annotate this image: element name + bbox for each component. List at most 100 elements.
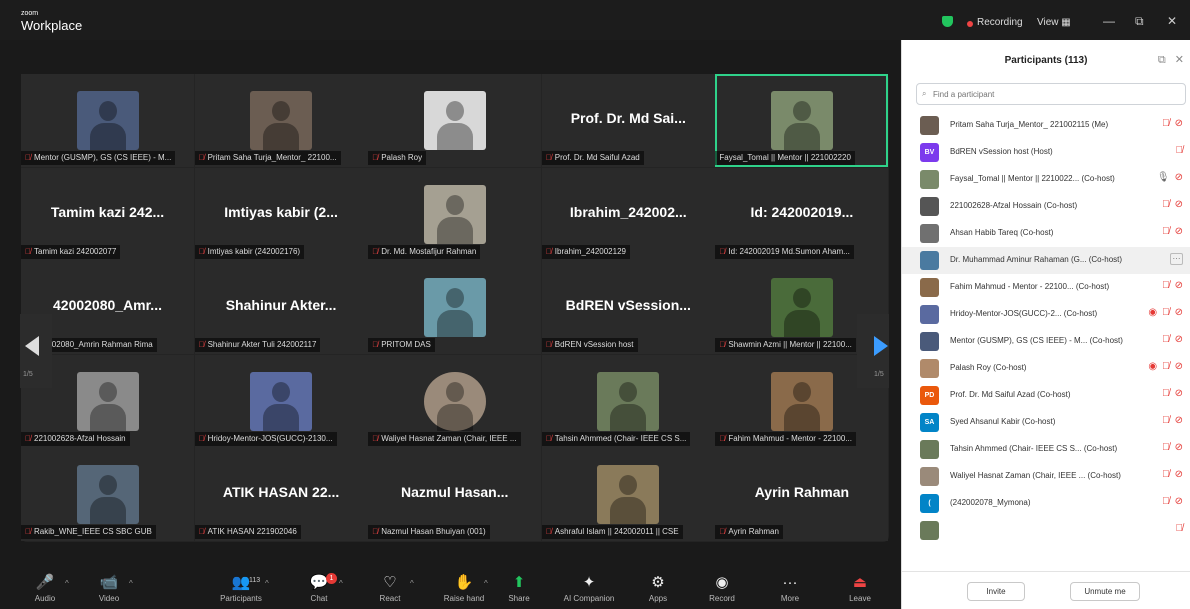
toolbar-share-button[interactable]: ⬆ Share bbox=[489, 573, 549, 609]
participant-video bbox=[76, 371, 139, 431]
participant-video bbox=[597, 465, 660, 525]
toolbar-label: Video bbox=[98, 594, 120, 603]
participant-tile[interactable]: 🎙̸ PRITOM DAS bbox=[368, 261, 542, 355]
toolbar-apps-button[interactable]: ⚙ Apps bbox=[628, 573, 688, 609]
mic-muted-icon: 🎙̸ bbox=[1162, 388, 1170, 399]
tile-display-name: Prof. Dr. Md Sai... bbox=[570, 110, 686, 126]
video-off-icon: ⊘ bbox=[1174, 361, 1183, 372]
participant-tile[interactable]: Faysal_Tomal || Mentor || 221002220 bbox=[715, 74, 889, 167]
participant-search-input[interactable] bbox=[933, 86, 1173, 102]
participant-status-icons: 🎙̸ ⊘ bbox=[1157, 442, 1183, 453]
participant-tile[interactable]: 🎙̸ Ashraful Islam || 242002011 || CSE bbox=[541, 448, 715, 542]
chevron-up-icon[interactable]: ^ bbox=[339, 579, 343, 588]
recording-indicator[interactable]: Recording bbox=[977, 17, 1023, 28]
mic-muted-icon: 🎙̸ bbox=[1162, 307, 1170, 318]
invite-button[interactable]: Invite bbox=[967, 582, 1025, 601]
tile-display-name: Imtiyas kabir (2... bbox=[224, 203, 338, 220]
toolbar-label: Apps bbox=[648, 594, 668, 603]
toolbar-video-button[interactable]: 📹 ^ Video bbox=[79, 573, 139, 609]
chevron-up-icon[interactable]: ^ bbox=[410, 579, 414, 588]
participant-tile[interactable]: BdREN vSession... 🎙̸ BdREN vSession host bbox=[541, 261, 715, 355]
person-silhouette bbox=[89, 403, 126, 431]
participant-row[interactable]: 🎙̸ bbox=[902, 517, 1190, 544]
participant-tile[interactable]: 🎙̸ Waliyel Hasnat Zaman (Chair, IEEE ... bbox=[368, 354, 542, 448]
next-page-button[interactable]: 1/5 bbox=[857, 314, 889, 388]
chevron-up-icon[interactable]: ^ bbox=[65, 579, 69, 588]
mic-muted-icon: 🎙̸ bbox=[1162, 469, 1170, 480]
participant-status-icons: 🎙̸ ⊘ bbox=[1157, 415, 1183, 426]
security-shield-icon[interactable] bbox=[942, 16, 953, 27]
toolbar-participants-button[interactable]: 👥 113 ^ Participants bbox=[211, 573, 271, 609]
tile-caption-text: Ibrahim_242002129 bbox=[554, 246, 626, 256]
participant-row[interactable]: BV BdREN vSession host (Host) 🎙̸ bbox=[902, 139, 1190, 166]
participant-tile[interactable]: Ayrin Rahman 🎙̸ Ayrin Rahman bbox=[715, 448, 889, 542]
participant-tile[interactable]: Id: 242002019... 🎙̸ Id: 242002019 Md.Sumon… bbox=[715, 167, 889, 261]
previous-page-button[interactable]: 1/5 bbox=[20, 314, 52, 388]
participant-name: Pritam Saha Turja_Mentor_ 221002115 (Me) bbox=[950, 120, 1109, 129]
close-button[interactable]: ✕ bbox=[1167, 14, 1177, 28]
participant-row[interactable]: Hridoy-Mentor-JOS(GUCC)-2... (Co-host) ◉ 🎙… bbox=[902, 301, 1190, 328]
toolbar-leave-button[interactable]: ⏏ Leave bbox=[830, 573, 890, 609]
toolbar-raise-hand-button[interactable]: ✋ ^ Raise hand bbox=[434, 573, 494, 609]
participant-tile[interactable]: Imtiyas kabir (2... 🎙̸ Imtiyas kabir (2420… bbox=[194, 167, 368, 261]
chevron-up-icon[interactable]: ^ bbox=[265, 579, 269, 588]
participant-row[interactable]: PD Prof. Dr. Md Saiful Azad (Co-host) 🎙̸ ⊘ bbox=[902, 382, 1190, 409]
participant-row[interactable]: SA Syed Ahsanul Kabir (Co-host) 🎙̸ ⊘ bbox=[902, 409, 1190, 436]
toolbar-ai-companion-button[interactable]: ✦ AI Companion bbox=[559, 573, 619, 609]
participant-tile[interactable]: Tamim kazi 242... 🎙̸ Tamim kazi 242002077 bbox=[21, 167, 194, 261]
minimize-button[interactable]: — bbox=[1103, 14, 1115, 28]
participant-tile[interactable]: 🎙̸ Hridoy-Mentor-JOS(GUCC)-2130... bbox=[194, 354, 368, 448]
tile-caption: 🎙̸ Tahsin Ahmmed (Chair- IEEE CS S... bbox=[541, 431, 691, 446]
tile-caption-text: Mentor (GUSMP), GS (CS IEEE) - M... bbox=[34, 153, 172, 162]
participant-search: ⌕ bbox=[916, 83, 1186, 105]
participant-row[interactable]: Ahsan Habib Tareq (Co-host) 🎙̸ ⊘ bbox=[902, 220, 1190, 247]
participant-row[interactable]: Dr. Muhammad Aminur Rahaman (G... (Co-ho… bbox=[902, 247, 1190, 274]
unmute-me-button[interactable]: Unmute me bbox=[1070, 582, 1140, 601]
person-silhouette bbox=[436, 123, 473, 150]
participant-row[interactable]: Faysal_Tomal || Mentor || 2210022... (Co… bbox=[902, 166, 1190, 193]
toolbar-chat-button[interactable]: 💬 1 ^ Chat bbox=[289, 573, 349, 609]
participant-row[interactable]: Fahim Mahmud - Mentor - 22100... (Co-hos… bbox=[902, 274, 1190, 301]
toolbar-label: Raise hand bbox=[443, 594, 485, 603]
participant-row[interactable]: Tahsin Ahmmed (Chair- IEEE CS S... (Co-h… bbox=[902, 436, 1190, 463]
participant-tile[interactable]: 🎙̸ Pritam Saha Turja_Mentor_ 22100... bbox=[194, 74, 368, 167]
mic-muted-icon: 🎙̸ bbox=[25, 527, 31, 537]
participant-tile[interactable]: 🎙̸ Dr. Md. Mostafijur Rahman bbox=[368, 167, 542, 261]
participant-tile[interactable]: Shahinur Akter... 🎙̸ Shahinur Akter Tuli 2… bbox=[194, 261, 368, 355]
chevron-up-icon[interactable]: ^ bbox=[129, 579, 133, 588]
participant-tile[interactable]: ATIK HASAN 22... 🎙̸ ATIK HASAN 221902046 bbox=[194, 448, 368, 542]
participant-tile[interactable]: Ibrahim_242002... 🎙̸ Ibrahim_242002129 bbox=[541, 167, 715, 261]
toolbar-record-button[interactable]: ◉ Record bbox=[692, 573, 752, 609]
participant-tile[interactable]: 🎙̸ Palash Roy bbox=[368, 74, 542, 167]
participant-tile[interactable]: Nazmul Hasan... 🎙̸ Nazmul Hasan Bhuiyan (0… bbox=[368, 448, 542, 542]
toolbar-audio-button[interactable]: 🎤 ^ Audio bbox=[15, 573, 75, 609]
participant-row[interactable]: Palash Roy (Co-host) ◉ 🎙̸ ⊘ bbox=[902, 355, 1190, 382]
participant-row[interactable]: 221002628-Afzal Hossain (Co-host) 🎙̸ ⊘ bbox=[902, 193, 1190, 220]
avatar bbox=[920, 251, 939, 270]
zoom-window: zoom Workplace Recording View ▦ — ⧉ ✕ 🎙̸… bbox=[0, 0, 1190, 609]
more-options-icon[interactable]: ··· bbox=[1170, 253, 1183, 265]
tile-caption: 🎙̸ Fahim Mahmud - Mentor - 22100... bbox=[715, 431, 856, 446]
restore-button[interactable]: ⧉ bbox=[1135, 14, 1144, 29]
view-button[interactable]: View ▦ bbox=[1037, 17, 1071, 28]
participant-tile[interactable]: 🎙̸ Rakib_WNE_IEEE CS SBC GUB bbox=[21, 448, 194, 542]
mic-muted-icon: 🎙̸ bbox=[545, 153, 552, 162]
mic-muted-icon: 🎙̸ bbox=[1175, 523, 1184, 534]
avatar bbox=[920, 278, 939, 297]
toolbar-more-button[interactable]: ··· More bbox=[760, 573, 820, 609]
person-silhouette bbox=[792, 381, 811, 402]
participant-row[interactable]: ((242002078_Mymona) 🎙̸ ⊘ bbox=[902, 490, 1190, 517]
participant-tile[interactable]: 🎙̸ Tahsin Ahmmed (Chair- IEEE CS S... bbox=[541, 354, 715, 448]
person-silhouette bbox=[98, 381, 117, 402]
mic-muted-icon: 🎙̸ bbox=[719, 246, 726, 256]
participant-tile[interactable]: Prof. Dr. Md Sai... 🎙̸ Prof. Dr. Md Saiful… bbox=[541, 74, 715, 167]
participant-row[interactable]: Pritam Saha Turja_Mentor_ 221002115 (Me)… bbox=[902, 112, 1190, 139]
participant-list: Pritam Saha Turja_Mentor_ 221002115 (Me)… bbox=[902, 112, 1190, 571]
participant-row[interactable]: Mentor (GUSMP), GS (CS IEEE) - M... (Co-… bbox=[902, 328, 1190, 355]
participant-row[interactable]: Waliyel Hasnat Zaman (Chair, IEEE ... (C… bbox=[902, 463, 1190, 490]
participant-tile[interactable]: 🎙̸ Mentor (GUSMP), GS (CS IEEE) - M... bbox=[21, 74, 194, 167]
chevron-up-icon[interactable]: ^ bbox=[484, 579, 488, 588]
toolbar-react-button[interactable]: ♡ ^ React bbox=[360, 573, 420, 609]
pop-out-icon[interactable]: ⧉ bbox=[1158, 54, 1166, 66]
close-panel-icon[interactable]: ✕ bbox=[1175, 54, 1184, 66]
